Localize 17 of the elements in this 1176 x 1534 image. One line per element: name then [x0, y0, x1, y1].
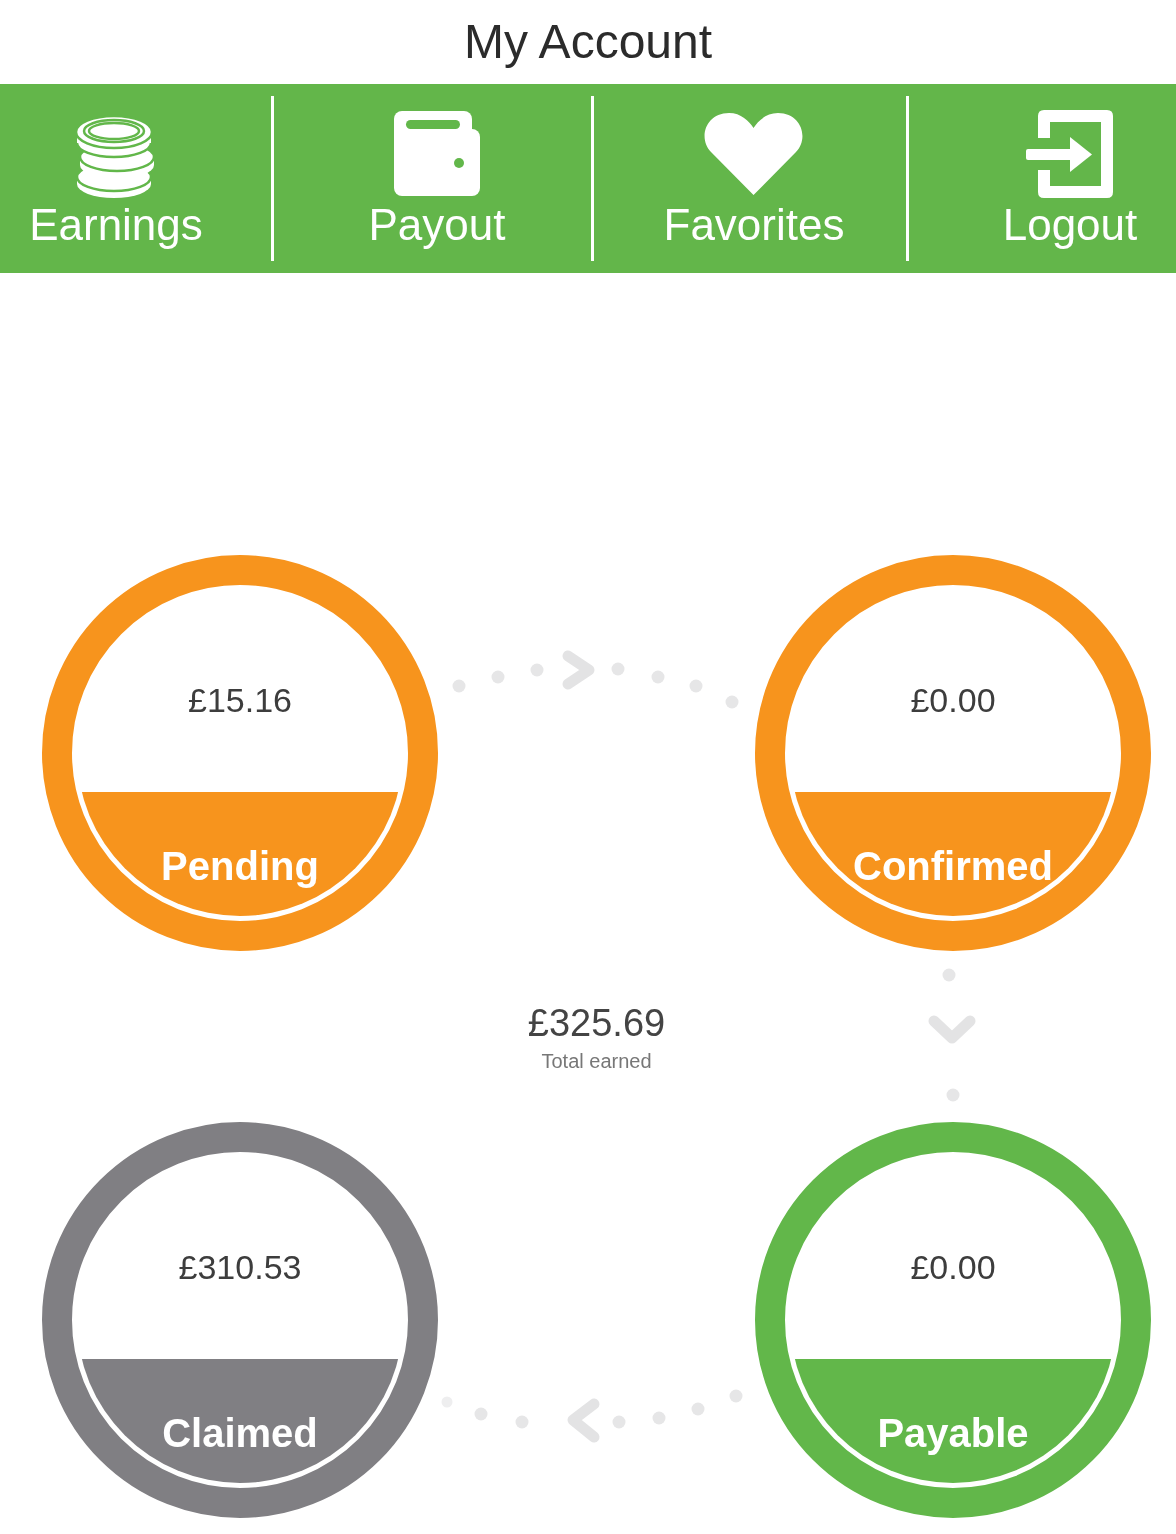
- status-label: Payable: [877, 1410, 1029, 1457]
- total-amount: £325.69: [527, 1001, 666, 1045]
- nav-item[interactable]: Logout: [1002, 107, 1138, 250]
- nav-item[interactable]: Earnings: [29, 107, 203, 250]
- nav-item[interactable]: Favorites: [663, 107, 845, 250]
- wallet-icon: [394, 111, 480, 196]
- status-label: Pending: [161, 843, 319, 890]
- total-label: Total earned: [541, 1049, 652, 1073]
- nav-item[interactable]: Payout: [368, 107, 506, 250]
- status-label: Confirmed: [853, 843, 1053, 890]
- status-amount: £0.00: [910, 1247, 996, 1287]
- status-amount: £310.53: [178, 1247, 302, 1287]
- page-title: My Account: [463, 14, 713, 70]
- logout-icon: [1026, 109, 1114, 198]
- status-label: Claimed: [162, 1410, 318, 1457]
- status-amount: £15.16: [188, 680, 292, 720]
- status-amount: £0.00: [910, 680, 996, 720]
